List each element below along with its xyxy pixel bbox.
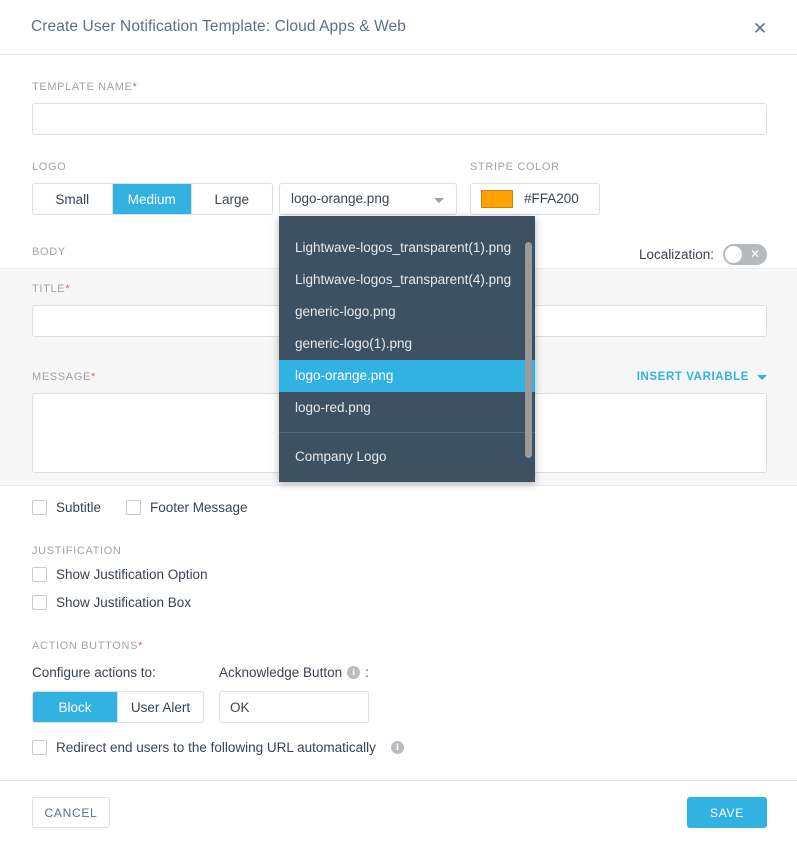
justification-label: JUSTIFICATION — [32, 545, 122, 557]
logo-file-dropdown-list: Lightwave-logos_transparent(1).png Light… — [279, 216, 535, 482]
logo-label: LOGO — [32, 161, 67, 173]
required-marker: * — [65, 283, 71, 295]
dropdown-option-company-logo[interactable]: Company Logo — [279, 441, 535, 473]
show-justification-box-checkbox[interactable]: Show Justification Box — [32, 595, 191, 610]
stripe-color-label: STRIPE COLOR — [470, 161, 560, 173]
message-field-label: MESSAGE* — [32, 371, 96, 383]
stripe-color-picker[interactable]: #FFA200 — [470, 183, 600, 215]
acknowledge-button-label: Acknowledge Button i : — [219, 665, 369, 680]
show-justification-option-checkbox[interactable]: Show Justification Option — [32, 567, 208, 582]
info-icon[interactable]: i — [390, 741, 404, 754]
acknowledge-button-label-text: Acknowledge Button — [219, 665, 343, 680]
required-marker: * — [132, 81, 138, 93]
redirect-url-checkbox[interactable]: Redirect end users to the following URL … — [32, 740, 404, 755]
template-name-label: TEMPLATE NAME* — [32, 81, 137, 93]
cancel-button[interactable]: CANCEL — [32, 797, 110, 828]
logo-size-segmented-control: Small Medium Large — [32, 183, 273, 215]
action-mode-block-button[interactable]: Block — [33, 692, 118, 722]
logo-size-small-button[interactable]: Small — [33, 184, 113, 214]
template-name-label-text: TEMPLATE NAME — [32, 81, 133, 93]
template-name-input[interactable] — [32, 103, 767, 135]
insert-variable-button[interactable]: INSERT VARIABLE — [637, 371, 767, 383]
footer-message-checkbox[interactable]: Footer Message — [126, 500, 248, 515]
action-buttons-label-text: ACTION BUTTONS — [32, 640, 139, 652]
save-button[interactable]: SAVE — [687, 797, 767, 828]
show-justification-option-label: Show Justification Option — [56, 567, 208, 582]
checkbox-box[interactable] — [32, 500, 47, 515]
logo-file-select[interactable]: logo-orange.png — [279, 183, 457, 215]
title-field-label: TITLE* — [32, 283, 70, 295]
close-icon[interactable]: ✕ — [749, 17, 771, 39]
subtitle-checkbox-label: Subtitle — [56, 500, 102, 515]
body-section-label: BODY — [32, 246, 66, 258]
subtitle-checkbox[interactable]: Subtitle — [32, 500, 101, 515]
configure-actions-label: Configure actions to: — [32, 665, 156, 680]
chevron-down-icon — [757, 374, 767, 380]
checkbox-box[interactable] — [32, 740, 47, 755]
dialog-title: Create User Notification Template: Cloud… — [31, 18, 406, 35]
action-buttons-label: ACTION BUTTONS* — [32, 640, 143, 652]
message-field-label-text: MESSAGE — [32, 371, 91, 383]
logo-file-dropdown-menu: Lightwave-logos_transparent(1).png Light… — [279, 216, 535, 482]
required-marker: * — [90, 371, 96, 383]
dialog-footer: CANCEL SAVE — [0, 780, 797, 842]
dropdown-divider — [279, 432, 535, 433]
dropdown-option[interactable]: Lightwave-logos_transparent(4).png — [279, 264, 535, 296]
dropdown-option[interactable]: Lightwave-logos_transparent(1).png — [279, 232, 535, 264]
acknowledge-button-input[interactable] — [219, 691, 369, 723]
logo-file-select-value: logo-orange.png — [291, 191, 390, 206]
dialog-header: Create User Notification Template: Cloud… — [0, 0, 797, 55]
acknowledge-colon: : — [365, 665, 369, 680]
dropdown-option[interactable]: generic-logo(1).png — [279, 328, 535, 360]
dropdown-option[interactable]: generic-logo.png — [279, 296, 535, 328]
insert-variable-label: INSERT VARIABLE — [636, 371, 749, 383]
show-justification-box-label: Show Justification Box — [56, 595, 192, 610]
footer-message-checkbox-label: Footer Message — [150, 500, 248, 515]
create-notification-template-dialog: Create User Notification Template: Cloud… — [0, 0, 797, 842]
dropdown-option[interactable]: logo-red.png — [279, 392, 535, 424]
title-field-label-text: TITLE — [32, 283, 66, 295]
dropdown-scrollbar-thumb[interactable] — [525, 242, 532, 458]
info-icon[interactable]: i — [347, 666, 361, 679]
localization-toggle[interactable]: ✕ — [723, 244, 767, 265]
required-marker: * — [138, 640, 144, 652]
action-mode-segmented-control: Block User Alert — [32, 691, 204, 723]
checkbox-box[interactable] — [32, 567, 47, 582]
stripe-color-swatch — [481, 190, 513, 208]
localization-label: Localization: — [638, 247, 714, 262]
logo-size-medium-button[interactable]: Medium — [112, 184, 192, 214]
redirect-url-label: Redirect end users to the following URL … — [56, 740, 376, 755]
dropdown-option-selected[interactable]: logo-orange.png — [279, 360, 535, 392]
checkbox-box[interactable] — [32, 595, 47, 610]
close-x-icon: ✕ — [749, 247, 760, 261]
logo-size-large-button[interactable]: Large — [192, 184, 272, 214]
action-mode-user-alert-button[interactable]: User Alert — [118, 692, 203, 722]
chevron-down-icon — [434, 198, 444, 203]
checkbox-box[interactable] — [126, 500, 141, 515]
localization-control: Localization: ✕ — [639, 244, 767, 265]
toggle-knob — [725, 246, 742, 263]
stripe-color-hex-value: #FFA200 — [524, 191, 579, 206]
